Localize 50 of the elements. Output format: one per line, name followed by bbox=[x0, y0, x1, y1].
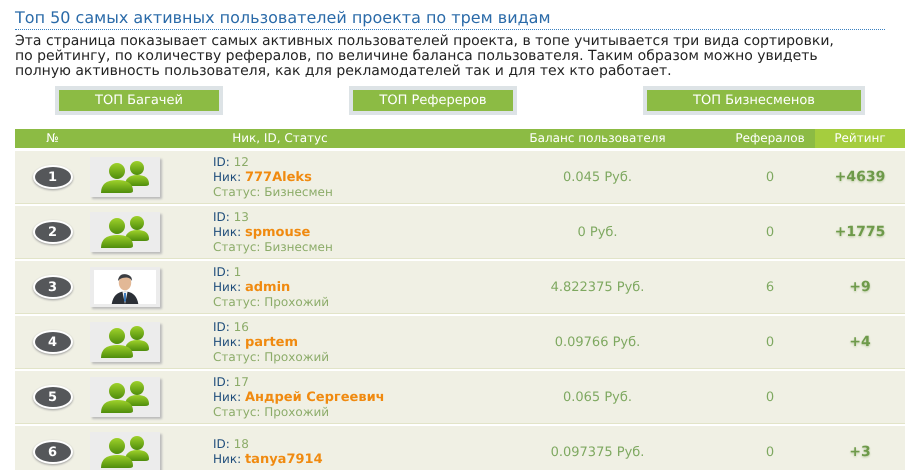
user-status: Статус: Прохожий bbox=[213, 350, 330, 364]
user-status: Статус: Прохожий bbox=[213, 404, 330, 420]
rating: +3 bbox=[848, 444, 872, 460]
user-status: Статус: Прохожий bbox=[213, 294, 330, 310]
user-id: ID: 12 bbox=[213, 154, 250, 170]
balance: 0.097375 Руб. bbox=[550, 444, 646, 460]
user-id: ID: 18 bbox=[213, 437, 250, 452]
rank-badge: 2 bbox=[32, 220, 72, 244]
page-title: Топ 50 самых активных пользователей проекта по трем видам bbox=[15, 8, 885, 30]
referrals: 0 bbox=[764, 224, 776, 240]
top-button[interactable]: ТОП Багачей bbox=[55, 86, 223, 115]
rank-badge: 6 bbox=[32, 440, 72, 464]
balance: 0.09766 Руб. bbox=[554, 334, 642, 350]
column-header[interactable]: Ник, ID, Статус bbox=[90, 129, 470, 148]
column-header[interactable]: Баланс пользователя bbox=[470, 129, 725, 148]
user-nick: Ник: tanya7914 bbox=[213, 452, 324, 467]
user-nick: Ник: Андрей Сергеевич bbox=[213, 390, 386, 404]
referrals: 0 bbox=[764, 444, 776, 460]
rating: +9 bbox=[848, 279, 872, 295]
user-id: ID: 13 bbox=[213, 210, 250, 224]
balance: 0.065 Руб. bbox=[562, 390, 634, 404]
user-id: ID: 1 bbox=[213, 264, 242, 280]
user-nick: Ник: admin bbox=[213, 280, 292, 294]
rating: +4639 bbox=[834, 169, 886, 185]
rank-badge: 4 bbox=[32, 330, 72, 354]
top-button[interactable]: ТОП Рефереров bbox=[349, 86, 517, 115]
rank-badge: 3 bbox=[32, 275, 72, 299]
description: Эта страница показывает самых активных пользователей проекта, в топе учитывается три вида сортировки, по рейтингу, по количеству рефералов, по величине баланса пользователя. Таким образом можно увидеть полную активность пользователя, как для рекламодателей так и для тех кто работает. bbox=[15, 34, 835, 79]
column-header[interactable]: Рефералов bbox=[725, 129, 815, 148]
user-id: ID: 17 bbox=[213, 374, 250, 390]
user-id: ID: 16 bbox=[213, 320, 250, 334]
rank-badge: 5 bbox=[32, 385, 72, 409]
rating: +4 bbox=[848, 334, 872, 350]
user-nick: Ник: spmouse bbox=[213, 224, 312, 240]
referrals: 0 bbox=[764, 170, 776, 184]
user-status: Статус: Бизнесмен bbox=[213, 240, 334, 254]
top-button[interactable]: ТОП Бизнесменов bbox=[643, 86, 865, 115]
referrals: 0 bbox=[764, 334, 776, 350]
balance: 0.045 Руб. bbox=[562, 170, 634, 184]
column-header[interactable]: № bbox=[15, 129, 90, 148]
rank-badge: 1 bbox=[32, 165, 72, 189]
referrals: 0 bbox=[764, 390, 776, 404]
user-nick: Ник: partem bbox=[213, 334, 300, 350]
user-nick: Ник: 777Aleks bbox=[213, 170, 313, 184]
referrals: 6 bbox=[764, 280, 776, 294]
user-status: Статус: Бизнесмен bbox=[213, 184, 334, 200]
rating: +1775 bbox=[834, 224, 886, 240]
balance: 0 Руб. bbox=[576, 224, 619, 240]
balance: 4.822375 Руб. bbox=[550, 280, 646, 294]
column-header[interactable]: Рейтинг bbox=[815, 129, 905, 148]
